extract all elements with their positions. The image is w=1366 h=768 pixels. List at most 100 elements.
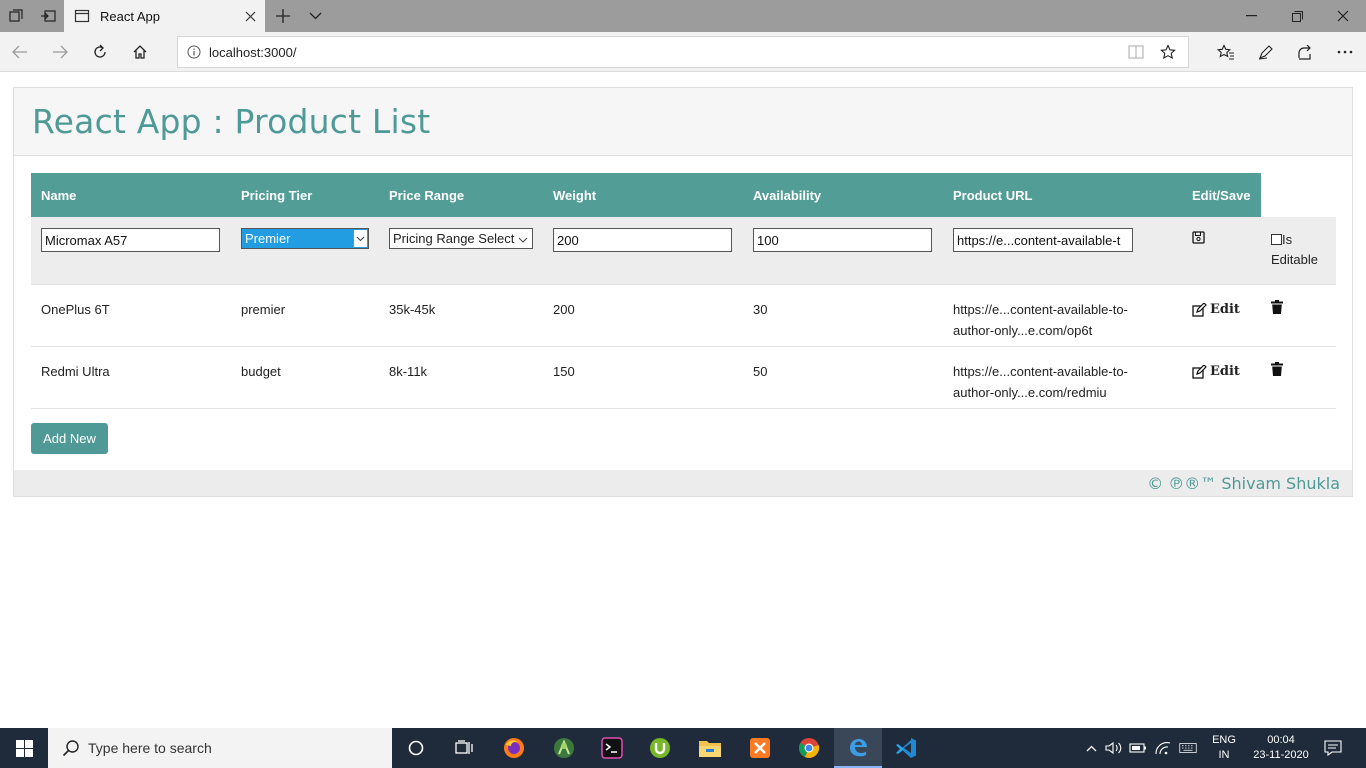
chevron-down-icon <box>353 230 367 247</box>
cell-name: Redmi Ultra <box>41 364 110 379</box>
reading-view-icon[interactable] <box>1124 40 1148 64</box>
file-explorer-icon[interactable] <box>686 728 734 768</box>
address-bar[interactable]: localhost:3000/ <box>177 36 1189 68</box>
price-range-select[interactable]: Pricing Range Select <box>389 228 533 249</box>
weight-input[interactable] <box>553 228 732 252</box>
utorrent-icon[interactable] <box>636 728 684 768</box>
cell-range: 35k-45k <box>389 302 436 317</box>
forward-icon[interactable] <box>48 40 72 64</box>
new-tab-icon[interactable] <box>271 4 295 28</box>
refresh-icon[interactable] <box>88 40 112 64</box>
url-line-2: author-only...e.com/redmiu <box>953 385 1107 400</box>
pricing-tier-selected: Premier <box>245 231 291 246</box>
cell-name: OnePlus 6T <box>41 302 110 317</box>
is-editable-checkbox[interactable]: Is <box>1271 230 1336 250</box>
product-table: Name Pricing Tier Price Range Weight Ava… <box>31 173 1336 409</box>
cell-url: https://e...content-available-to- author… <box>943 285 1182 346</box>
edit-button[interactable]: Edit <box>1192 361 1240 382</box>
wifi-icon[interactable] <box>1154 739 1172 757</box>
android-studio-icon[interactable] <box>540 728 588 768</box>
language-indicator[interactable]: ENG IN <box>1208 733 1240 763</box>
clock-time: 00:04 <box>1267 734 1295 746</box>
page-title: React App : Product List <box>32 102 431 141</box>
checkbox-label-editable: Editable <box>1271 252 1318 267</box>
clock[interactable]: 00:04 23-11-2020 <box>1246 733 1316 763</box>
table-row: Redmi Ultra budget 8k-11k 150 50 https:/… <box>31 347 1336 409</box>
minimize-icon[interactable] <box>1228 0 1274 32</box>
battery-icon[interactable] <box>1129 739 1147 757</box>
header-price-range: Price Range <box>389 187 465 203</box>
page-icon <box>74 9 90 23</box>
cell-weight: 200 <box>553 302 575 317</box>
browser-toolbar: localhost:3000/ <box>0 32 1366 72</box>
cell-availability: 30 <box>753 302 768 317</box>
save-icon[interactable] <box>1192 231 1205 247</box>
pen-notes-icon[interactable] <box>1254 40 1278 64</box>
price-range-selected: Pricing Range Select <box>393 231 515 246</box>
footer-credit: © ℗®™ Shivam Shukla <box>1147 473 1340 493</box>
more-icon[interactable] <box>1333 40 1357 64</box>
close-tab-icon[interactable] <box>241 7 259 25</box>
delete-trash-icon[interactable] <box>1271 300 1283 317</box>
cell-range: 8k-11k <box>389 364 428 379</box>
add-new-button[interactable]: Add New <box>31 423 108 454</box>
cell-tier: budget <box>241 364 281 379</box>
vscode-icon[interactable] <box>882 728 930 768</box>
firefox-icon[interactable] <box>490 728 538 768</box>
cortana-icon[interactable] <box>392 728 440 768</box>
chevron-down-icon <box>518 231 528 246</box>
url-line-1: https://e...content-available-to- <box>953 364 1128 379</box>
header-product-url: Product URL <box>953 187 1033 203</box>
favorites-icon[interactable] <box>1214 40 1238 64</box>
edge-icon[interactable] <box>834 728 882 768</box>
tab-react-app[interactable]: React App <box>64 0 265 32</box>
keyboard-icon[interactable] <box>1179 739 1197 757</box>
table-header: Name Pricing Tier Price Range Weight Ava… <box>31 173 1261 217</box>
taskbar-search-box[interactable]: Type here to search <box>48 728 392 768</box>
search-placeholder: Type here to search <box>88 740 212 756</box>
pricing-tier-select[interactable]: Premier <box>241 228 369 249</box>
share-icon[interactable] <box>1293 40 1317 64</box>
terminal-icon[interactable] <box>588 728 636 768</box>
availability-input[interactable] <box>753 228 932 252</box>
xampp-icon[interactable] <box>736 728 784 768</box>
tab-preview-chevron-icon[interactable] <box>303 4 327 28</box>
edit-icon <box>1192 364 1207 379</box>
cell-availability: 50 <box>753 364 768 379</box>
windows-start-icon[interactable] <box>0 728 48 768</box>
clock-date: 23-11-2020 <box>1253 749 1309 761</box>
checkbox-box[interactable] <box>1271 234 1282 245</box>
edit-button[interactable]: Edit <box>1192 299 1240 320</box>
tab-title: React App <box>100 8 160 24</box>
cell-tier: premier <box>241 302 286 317</box>
task-view-icon[interactable] <box>440 728 488 768</box>
product-list-card: React App : Product List Name Pricing Ti… <box>13 87 1353 497</box>
header-edit-save: Edit/Save <box>1192 187 1251 203</box>
table-row-editing: Premier Pricing Range Select <box>31 217 1336 285</box>
card-footer: © ℗®™ Shivam Shukla <box>14 470 1352 496</box>
edit-label: Edit <box>1210 302 1240 317</box>
url-text[interactable]: localhost:3000/ <box>209 45 1124 60</box>
home-icon[interactable] <box>128 40 152 64</box>
header-pricing-tier: Pricing Tier <box>241 187 313 203</box>
product-url-input[interactable] <box>953 228 1133 252</box>
restore-icon[interactable] <box>1274 0 1320 32</box>
chevron-up-icon[interactable] <box>1082 739 1100 757</box>
notifications-icon[interactable] <box>1324 739 1342 757</box>
language-line-1: ENG <box>1212 734 1236 746</box>
edit-label: Edit <box>1210 364 1240 379</box>
favorite-star-icon[interactable] <box>1156 40 1180 64</box>
site-info-icon[interactable] <box>187 45 201 59</box>
taskbar: Type here to search ENG IN 00:04 23-11-2… <box>0 728 1366 768</box>
url-line-2: author-only...e.com/op6t <box>953 323 1093 338</box>
name-input[interactable] <box>41 228 220 252</box>
volume-icon[interactable] <box>1105 739 1123 757</box>
back-icon[interactable] <box>8 40 32 64</box>
chrome-icon[interactable] <box>785 728 833 768</box>
set-tabs-aside-icon[interactable] <box>36 4 60 28</box>
checkbox-label-is: Is <box>1282 232 1293 247</box>
close-window-icon[interactable] <box>1320 0 1366 32</box>
delete-trash-icon[interactable] <box>1271 362 1283 379</box>
tab-actions-icon[interactable] <box>4 4 28 28</box>
table-row: OnePlus 6T premier 35k-45k 200 30 https:… <box>31 285 1336 347</box>
